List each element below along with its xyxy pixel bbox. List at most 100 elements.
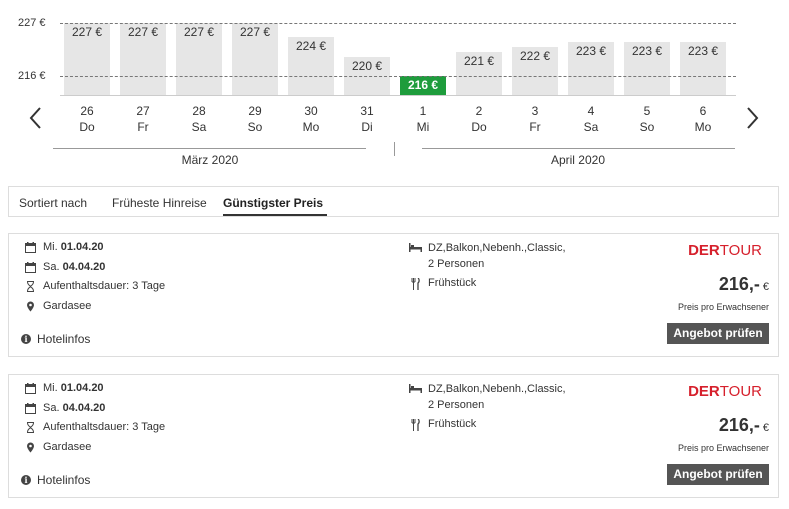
- next-dates-button[interactable]: [742, 104, 762, 132]
- bar-value-label: 216 €: [400, 78, 446, 92]
- departure-date: Mi. 01.04.20: [43, 382, 104, 394]
- calendar-icon: [25, 403, 36, 414]
- day-label[interactable]: 28Sa: [171, 103, 227, 135]
- bed-icon: [409, 243, 422, 252]
- room-description: DZ,Balkon,Nebenh.,Classic, 2 Personen: [428, 381, 566, 413]
- day-number: 28: [171, 103, 227, 119]
- check-offer-button[interactable]: Angebot prüfen: [667, 323, 769, 344]
- month-label-maerz: März 2020: [130, 153, 290, 167]
- hourglass-icon: [25, 422, 36, 433]
- chevron-left-icon: [26, 104, 46, 132]
- y-tick-label: 216 €: [18, 70, 46, 82]
- weekday: Do: [451, 119, 507, 135]
- sort-option-earliest[interactable]: Früheste Hinreise: [112, 196, 207, 210]
- sort-label: Sortiert nach: [19, 196, 87, 210]
- sort-bar: Sortiert nach Früheste Hinreise Günstigs…: [8, 186, 779, 217]
- stay-duration: Aufenthaltsdauer: 3 Tage: [43, 421, 165, 433]
- bar-value-label: 223 €: [624, 44, 670, 58]
- stay-duration: Aufenthaltsdauer: 3 Tage: [43, 280, 165, 292]
- weekday: So: [227, 119, 283, 135]
- month-line-april: [422, 148, 735, 149]
- bar-value-label: 227 €: [120, 25, 166, 39]
- bar-value-label: 223 €: [568, 44, 614, 58]
- day-label[interactable]: 31Di: [339, 103, 395, 135]
- day-label[interactable]: 6Mo: [675, 103, 731, 135]
- offer-card: Mi. 01.04.20 Sa. 04.04.20 Aufenthaltsdau…: [8, 233, 779, 357]
- cutlery-icon: [411, 278, 420, 290]
- weekday: Mo: [675, 119, 731, 135]
- day-label[interactable]: 27Fr: [115, 103, 171, 135]
- weekday: So: [619, 119, 675, 135]
- day-label[interactable]: 5So: [619, 103, 675, 135]
- day-label[interactable]: 30Mo: [283, 103, 339, 135]
- chevron-right-icon: [742, 104, 762, 132]
- offer-price: 216,-€: [719, 274, 769, 295]
- weekday: Mi: [395, 119, 451, 135]
- day-number: 27: [115, 103, 171, 119]
- info-icon: i: [21, 334, 31, 344]
- hotel-info-link[interactable]: iHotelinfos: [21, 473, 90, 487]
- bar-value-label: 220 €: [344, 59, 390, 73]
- day-label[interactable]: 29So: [227, 103, 283, 135]
- calendar-icon: [25, 262, 36, 273]
- weekday: Mo: [283, 119, 339, 135]
- location-pin-icon: [25, 442, 36, 453]
- return-date: Sa. 04.04.20: [43, 402, 105, 414]
- day-number: 31: [339, 103, 395, 119]
- bar-value-label: 227 €: [176, 25, 222, 39]
- day-number: 2: [451, 103, 507, 119]
- hotel-info-link[interactable]: iHotelinfos: [21, 332, 90, 346]
- cutlery-icon: [411, 419, 420, 431]
- month-separator: [394, 142, 395, 156]
- destination: Gardasee: [43, 441, 91, 453]
- active-sort-underline: [223, 214, 327, 216]
- dertour-logo: DERTOUR: [688, 242, 762, 259]
- bed-icon: [409, 384, 422, 393]
- prev-dates-button[interactable]: [26, 104, 46, 132]
- day-number: 3: [507, 103, 563, 119]
- day-number: 29: [227, 103, 283, 119]
- bar-value-label: 222 €: [512, 49, 558, 63]
- day-label[interactable]: 4Sa: [563, 103, 619, 135]
- info-icon: i: [21, 475, 31, 485]
- room-description: DZ,Balkon,Nebenh.,Classic, 2 Personen: [428, 240, 566, 272]
- bar-value-label: 223 €: [680, 44, 726, 58]
- day-number: 5: [619, 103, 675, 119]
- day-number: 4: [563, 103, 619, 119]
- return-date: Sa. 04.04.20: [43, 261, 105, 273]
- weekday: Sa: [563, 119, 619, 135]
- day-label[interactable]: 26Do: [59, 103, 115, 135]
- price-note: Preis pro Erwachsener: [678, 302, 769, 312]
- weekday: Sa: [171, 119, 227, 135]
- gridline-216: [60, 76, 736, 77]
- day-number: 26: [59, 103, 115, 119]
- destination: Gardasee: [43, 300, 91, 312]
- bar-value-label: 224 €: [288, 39, 334, 53]
- bar-value-label: 221 €: [456, 54, 502, 68]
- departure-date: Mi. 01.04.20: [43, 241, 104, 253]
- day-label[interactable]: 1Mi: [395, 103, 451, 135]
- weekday: Fr: [115, 119, 171, 135]
- weekday: Di: [339, 119, 395, 135]
- x-axis: [60, 95, 736, 96]
- bar-value-label: 227 €: [232, 25, 278, 39]
- offer-card: Mi. 01.04.20 Sa. 04.04.20 Aufenthaltsdau…: [8, 374, 779, 498]
- board-type: Frühstück: [428, 277, 476, 289]
- sort-option-cheapest[interactable]: Günstigster Preis: [223, 196, 323, 210]
- y-tick-label: 227 €: [18, 17, 46, 29]
- month-label-april: April 2020: [498, 153, 658, 167]
- day-label[interactable]: 2Do: [451, 103, 507, 135]
- hourglass-icon: [25, 281, 36, 292]
- weekday: Fr: [507, 119, 563, 135]
- price-calendar-chart: 227 € 216 € 227 € 227 € 227 € 227 € 224 € 220…: [0, 0, 789, 180]
- bar-value-label: 227 €: [64, 25, 110, 39]
- month-line-maerz: [53, 148, 366, 149]
- offer-price: 216,-€: [719, 415, 769, 436]
- day-label[interactable]: 3Fr: [507, 103, 563, 135]
- price-note: Preis pro Erwachsener: [678, 443, 769, 453]
- day-number: 30: [283, 103, 339, 119]
- check-offer-button[interactable]: Angebot prüfen: [667, 464, 769, 485]
- location-pin-icon: [25, 301, 36, 312]
- calendar-icon: [25, 242, 36, 253]
- dertour-logo: DERTOUR: [688, 383, 762, 400]
